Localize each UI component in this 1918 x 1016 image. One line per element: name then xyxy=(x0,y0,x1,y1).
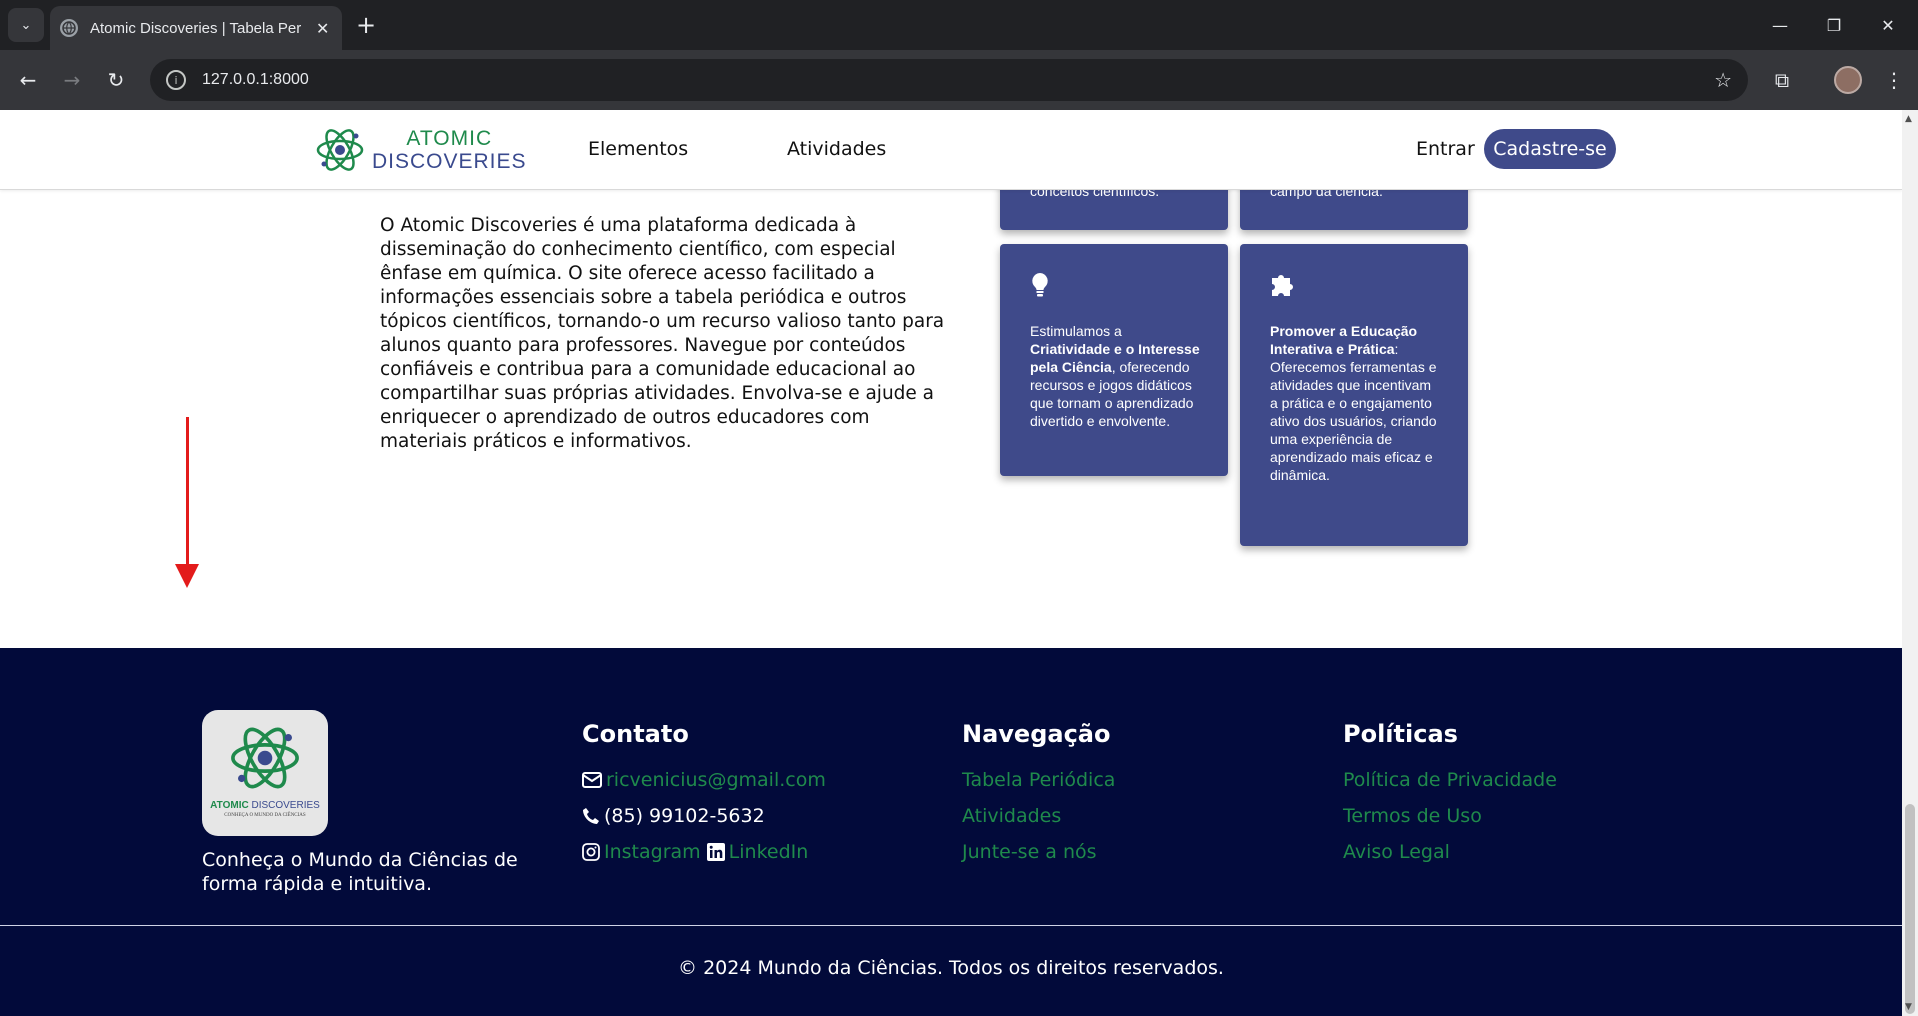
instagram-icon xyxy=(582,843,600,861)
logo-word-atomic: ATOMIC xyxy=(406,127,493,150)
tab-title: Atomic Discoveries | Tabela Periódica xyxy=(90,19,302,37)
footer-divider xyxy=(0,925,1902,926)
card-text: Promover a Educação Interativa e Prática… xyxy=(1270,323,1437,483)
footer-contato: Contato ricvenicius@gmail.com (85) 99102… xyxy=(582,720,826,870)
card-text: Estimulamos a Criatividade e o Interesse… xyxy=(1030,323,1200,429)
footer-tagline: Conheça o Mundo da Ciências de forma ráp… xyxy=(202,849,518,895)
site-footer: ATOMIC DISCOVERIES CONHEÇA O MUNDO DA CI… xyxy=(0,648,1902,1016)
page-viewport: ATOMIC DISCOVERIES Elementos Atividades … xyxy=(0,110,1902,1016)
atom-logo-icon xyxy=(231,727,299,789)
footer-navegacao-title: Navegação xyxy=(962,720,1111,748)
footer-link-aviso-legal[interactable]: Aviso Legal xyxy=(1343,840,1450,864)
atom-logo-icon xyxy=(316,129,364,171)
browser-toolbar: ← → ↻ i 127.0.0.1:8000 ☆ ⧉ ⋮ xyxy=(0,50,1918,110)
address-bar[interactable]: i 127.0.0.1:8000 ☆ xyxy=(150,59,1748,101)
login-link[interactable]: Entrar xyxy=(1416,138,1475,160)
about-paragraph: O Atomic Discoveries é uma plataforma de… xyxy=(380,215,945,452)
footer-logo-words: ATOMIC DISCOVERIES xyxy=(210,800,320,811)
scrollbar-thumb[interactable] xyxy=(1905,804,1915,1014)
forward-button[interactable]: → xyxy=(56,64,88,96)
profile-avatar[interactable] xyxy=(1834,66,1862,94)
footer-link-privacidade[interactable]: Política de Privacidade xyxy=(1343,768,1557,792)
nav-atividades[interactable]: Atividades xyxy=(787,138,886,160)
footer-logo-tagline: CONHEÇA O MUNDO DA CIÊNCIAS xyxy=(224,813,306,818)
site-info-icon[interactable]: i xyxy=(166,70,186,90)
footer-link-tabela[interactable]: Tabela Periódica xyxy=(962,768,1115,792)
footer-linkedin-link[interactable]: LinkedIn xyxy=(729,840,809,864)
scroll-down-icon[interactable]: ▼ xyxy=(1905,1002,1912,1012)
footer-navegacao: Navegação Tabela Periódica Atividades Ju… xyxy=(962,720,1115,870)
minimize-button[interactable]: — xyxy=(1760,10,1800,40)
footer-email-link[interactable]: ricvenicius@gmail.com xyxy=(606,768,826,792)
url-text: 127.0.0.1:8000 xyxy=(202,71,309,88)
restore-button[interactable]: ❐ xyxy=(1814,10,1854,40)
linkedin-icon xyxy=(706,843,725,861)
footer-instagram-link[interactable]: Instagram xyxy=(604,840,701,864)
scroll-up-icon[interactable]: ▲ xyxy=(1905,114,1912,124)
phone-icon xyxy=(582,807,600,825)
footer-phone: (85) 99102-5632 xyxy=(604,805,765,827)
footer-politicas: Políticas Política de Privacidade Termos… xyxy=(1343,720,1557,870)
footer-copyright: © 2024 Mundo da Ciências. Todos os direi… xyxy=(678,957,1224,979)
footer-link-junte-se[interactable]: Junte-se a nós xyxy=(962,840,1097,864)
tab-list-button[interactable]: ⌄ xyxy=(8,8,44,42)
puzzle-icon xyxy=(1270,272,1296,300)
lightbulb-icon xyxy=(1030,272,1050,300)
new-tab-button[interactable]: + xyxy=(350,10,382,40)
browser-tabbar: ⌄ Atomic Discoveries | Tabela Periódica … xyxy=(0,0,1918,50)
reload-button[interactable]: ↻ xyxy=(100,64,132,96)
footer-link-termos[interactable]: Termos de Uso xyxy=(1343,804,1482,828)
footer-politicas-title: Políticas xyxy=(1343,720,1458,748)
site-header: ATOMIC DISCOVERIES Elementos Atividades … xyxy=(0,110,1902,190)
annotation-arrow-down-icon xyxy=(175,564,199,588)
browser-tab[interactable]: Atomic Discoveries | Tabela Periódica ✕ xyxy=(50,6,342,50)
footer-logo[interactable]: ATOMIC DISCOVERIES CONHEÇA O MUNDO DA CI… xyxy=(202,710,328,836)
annotation-arrow-line xyxy=(186,417,189,567)
site-logo[interactable]: ATOMIC DISCOVERIES xyxy=(316,124,527,176)
footer-contato-title: Contato xyxy=(582,720,689,748)
extensions-icon[interactable]: ⧉ xyxy=(1766,64,1798,96)
signup-button[interactable]: Cadastre-se xyxy=(1484,129,1616,169)
feature-card-creativity: Estimulamos a Criatividade e o Interesse… xyxy=(1000,244,1228,476)
globe-icon xyxy=(60,19,78,37)
envelope-icon xyxy=(582,772,602,788)
logo-word-discoveries: DISCOVERIES xyxy=(372,150,527,173)
window-close-button[interactable]: ✕ xyxy=(1868,10,1908,40)
browser-menu-icon[interactable]: ⋮ xyxy=(1878,64,1910,96)
tab-close-icon[interactable]: ✕ xyxy=(316,19,329,38)
nav-elementos[interactable]: Elementos xyxy=(588,138,688,160)
footer-link-atividades[interactable]: Atividades xyxy=(962,804,1061,828)
page-scrollbar[interactable]: ▲ ▼ xyxy=(1902,110,1918,1016)
back-button[interactable]: ← xyxy=(12,64,44,96)
feature-card-interactive: Promover a Educação Interativa e Prática… xyxy=(1240,244,1468,546)
bookmark-star-icon[interactable]: ☆ xyxy=(1714,68,1732,92)
